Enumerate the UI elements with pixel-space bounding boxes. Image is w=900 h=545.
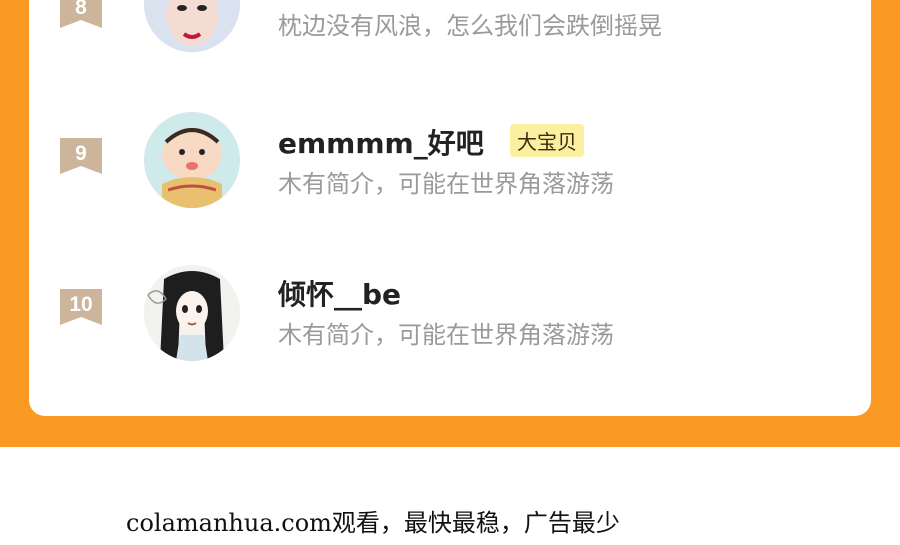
rank-badge: 9 bbox=[60, 138, 102, 174]
list-item[interactable]: 9 emmmm_好吧 大宝贝 木有简介，可能在世界角落游荡 bbox=[29, 98, 871, 218]
footer-text: colamanhua.com观看，最快最稳，广告最少 bbox=[126, 509, 620, 537]
rank-number: 8 bbox=[75, 0, 87, 19]
rank-number: 9 bbox=[75, 142, 87, 165]
avatar[interactable] bbox=[144, 0, 240, 52]
username[interactable]: 倾怀__be bbox=[278, 273, 401, 313]
rank-badge: 8 bbox=[60, 0, 102, 28]
avatar[interactable] bbox=[144, 112, 240, 208]
rank-number: 10 bbox=[69, 293, 93, 316]
list-item[interactable]: 10 倾怀__be 木有简介，可能在世界角落游荡 bbox=[29, 253, 871, 373]
user-bio: 木有简介，可能在世界角落游荡 bbox=[278, 170, 614, 198]
ranking-card: 8 枕边没有风浪，怎么我们会跌倒摇晃 9 emmmm_好吧 大宝贝 木有简介，可… bbox=[29, 0, 871, 416]
user-tag: 大宝贝 bbox=[510, 124, 584, 157]
username[interactable]: emmmm_好吧 bbox=[278, 122, 484, 162]
user-bio: 木有简介，可能在世界角落游荡 bbox=[278, 321, 614, 349]
avatar[interactable] bbox=[144, 265, 240, 361]
user-bio: 枕边没有风浪，怎么我们会跌倒摇晃 bbox=[278, 12, 662, 40]
list-item[interactable]: 8 枕边没有风浪，怎么我们会跌倒摇晃 bbox=[29, 0, 871, 60]
rank-badge: 10 bbox=[60, 289, 102, 325]
